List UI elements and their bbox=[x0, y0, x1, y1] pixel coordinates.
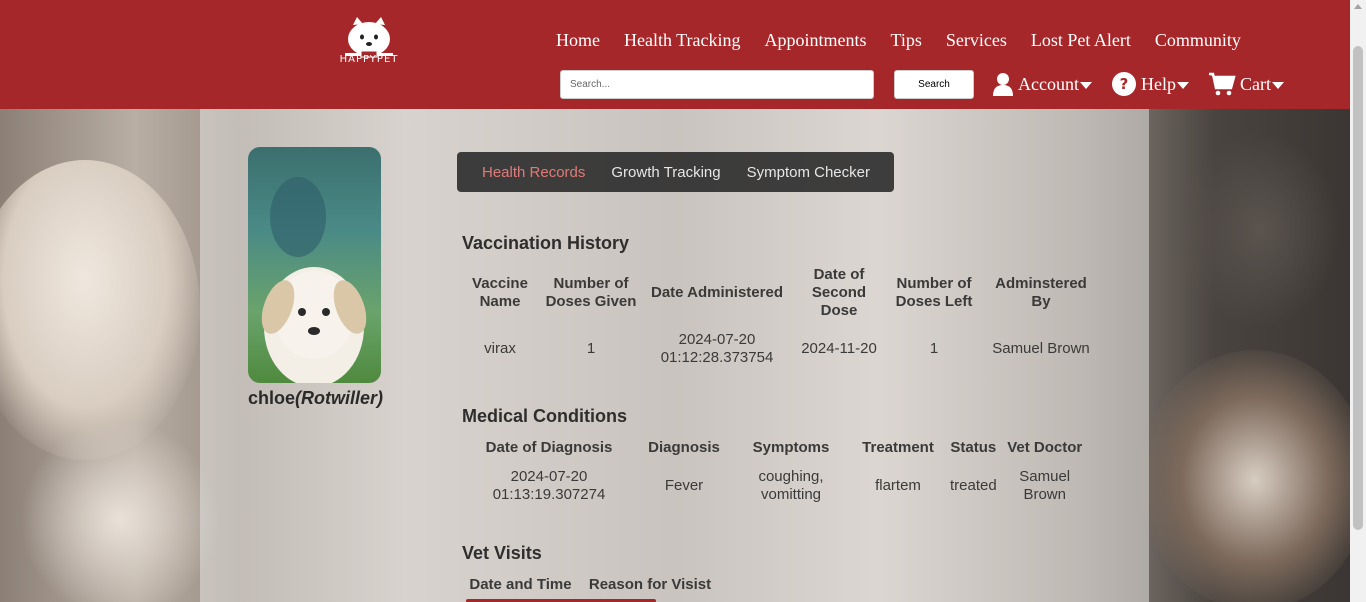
tab-health-records[interactable]: Health Records bbox=[482, 164, 585, 181]
column-header: Diagnosis bbox=[648, 439, 720, 456]
brand-name: HAPPYPET bbox=[339, 54, 399, 65]
nav-lost-pet-alert[interactable]: Lost Pet Alert bbox=[1031, 30, 1131, 51]
tab-symptom-checker[interactable]: Symptom Checker bbox=[747, 164, 870, 181]
column-header: Date of Diagnosis bbox=[485, 439, 613, 456]
table-row: virax 1 2024-07-20 01:12:28.373754 2024-… bbox=[462, 321, 1102, 377]
nav-health-tracking[interactable]: Health Tracking bbox=[624, 30, 741, 51]
column-header: Reason for Visist bbox=[588, 576, 712, 593]
column-header: Vaccine Name bbox=[472, 275, 528, 310]
table-cell: treated bbox=[950, 477, 997, 494]
table-cell: 2024-07-20 01:13:19.307274 bbox=[492, 468, 606, 503]
visits-table: Date and Time Reason for Visist bbox=[462, 575, 721, 595]
scrollbar-thumb[interactable] bbox=[1353, 46, 1363, 530]
visits-title: Vet Visits bbox=[462, 543, 542, 563]
nav-appointments[interactable]: Appointments bbox=[765, 30, 867, 51]
conditions-table: Date of Diagnosis Diagnosis Symptoms Tre… bbox=[462, 438, 1089, 514]
help-icon: ? bbox=[1112, 72, 1136, 96]
pet-name-label: chloe(Rotwiller) bbox=[248, 388, 383, 409]
nav-services[interactable]: Services bbox=[946, 30, 1007, 51]
table-cell: 2024-07-20 01:12:28.373754 bbox=[660, 331, 774, 366]
chevron-down-icon bbox=[1272, 82, 1284, 89]
user-icon bbox=[993, 73, 1013, 96]
cart-menu[interactable]: Cart bbox=[1208, 72, 1284, 96]
table-header-row: Date of Diagnosis Diagnosis Symptoms Tre… bbox=[462, 438, 1089, 458]
cart-icon bbox=[1209, 72, 1236, 96]
nav-home[interactable]: Home bbox=[556, 30, 600, 51]
table-row: 2024-07-20 01:13:19.307274 Fever coughin… bbox=[462, 458, 1089, 514]
search-input[interactable] bbox=[560, 70, 874, 99]
search-button[interactable]: Search bbox=[894, 70, 974, 99]
column-header: Date Administered bbox=[651, 284, 783, 301]
column-header: Status bbox=[950, 439, 997, 456]
pet-photo bbox=[248, 147, 381, 383]
health-tabs: Health Records Growth Tracking Symptom C… bbox=[457, 152, 894, 192]
nav-community[interactable]: Community bbox=[1155, 30, 1241, 51]
svg-text:?: ? bbox=[1120, 75, 1129, 93]
table-cell: 1 bbox=[586, 340, 596, 357]
column-header: Vet Doctor bbox=[1007, 439, 1083, 456]
table-header-row: Vaccine Name Number of Doses Given Date … bbox=[462, 265, 1102, 321]
pet-breed: (Rotwiller) bbox=[295, 388, 384, 408]
column-header: Symptoms bbox=[752, 439, 830, 456]
cart-label: Cart bbox=[1240, 73, 1271, 94]
column-header: Number of Doses Given bbox=[545, 275, 637, 310]
table-header-row: Date and Time Reason for Visist bbox=[462, 575, 721, 595]
column-header: Number of Doses Left bbox=[895, 275, 973, 310]
table-cell: 2024-11-20 bbox=[801, 340, 877, 357]
column-header: Date of Second Dose bbox=[811, 266, 867, 319]
table-cell: 1 bbox=[929, 340, 939, 357]
table-cell: flartem bbox=[875, 477, 921, 494]
pet-name: chloe bbox=[248, 388, 296, 408]
conditions-title: Medical Conditions bbox=[462, 406, 628, 426]
nav-tips[interactable]: Tips bbox=[891, 30, 922, 51]
table-cell: Samuel Brown bbox=[1019, 468, 1071, 503]
scroll-up-icon[interactable] bbox=[1354, 4, 1362, 9]
table-cell: virax bbox=[484, 340, 516, 357]
vaccination-title: Vaccination History bbox=[462, 233, 630, 253]
column-header: Date and Time bbox=[469, 576, 572, 593]
tab-growth-tracking[interactable]: Growth Tracking bbox=[611, 164, 720, 181]
account-menu[interactable]: Account bbox=[993, 72, 1092, 96]
chevron-down-icon bbox=[1177, 82, 1189, 89]
help-label: Help bbox=[1141, 73, 1176, 94]
column-header: Treatment bbox=[862, 439, 934, 456]
vaccination-table: Vaccine Name Number of Doses Given Date … bbox=[462, 265, 1102, 377]
chevron-down-icon bbox=[1079, 82, 1092, 89]
main-nav: Home Health Tracking Appointments Tips S… bbox=[556, 30, 1265, 51]
table-cell: Fever bbox=[664, 477, 704, 494]
column-header: Adminstered By bbox=[995, 275, 1087, 310]
site-header: HAPPYPET Home Health Tracking Appointmen… bbox=[0, 0, 1350, 109]
table-cell: Samuel Brown bbox=[992, 340, 1090, 357]
page-scrollbar[interactable] bbox=[1350, 0, 1366, 602]
account-label: Account bbox=[1018, 73, 1079, 94]
table-cell: coughing, vomitting bbox=[758, 468, 824, 503]
help-menu[interactable]: ? Help bbox=[1112, 72, 1189, 96]
puppy-image bbox=[261, 177, 367, 383]
